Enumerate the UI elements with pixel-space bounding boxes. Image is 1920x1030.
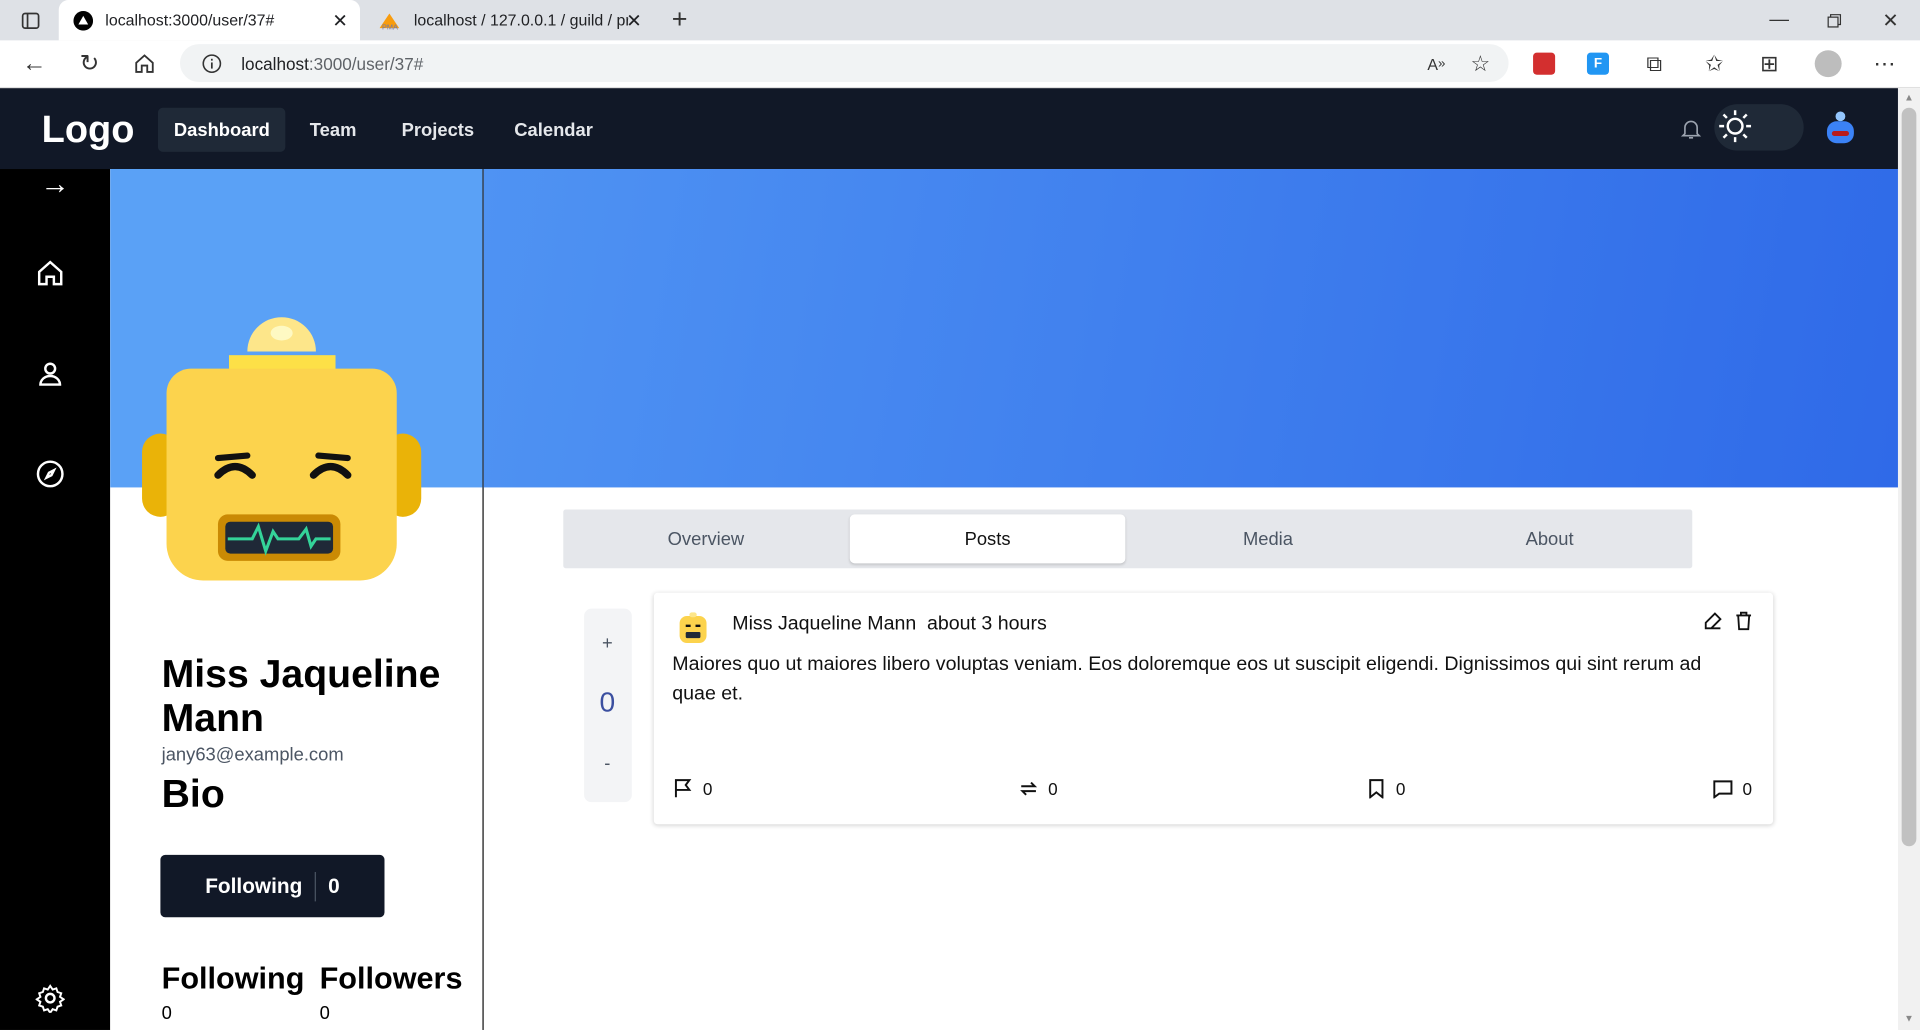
sun-icon <box>1714 105 1756 147</box>
close-icon[interactable]: ✕ <box>332 10 347 32</box>
post-time: about 3 hours <box>926 613 1047 635</box>
upvote-button[interactable]: + <box>598 633 618 654</box>
home-icon[interactable] <box>34 257 66 289</box>
tab-title: localhost / 127.0.0.1 / guild / pro <box>413 11 629 30</box>
following-count: 0 <box>161 1003 172 1024</box>
maximize-icon[interactable] <box>1821 7 1848 34</box>
settings-icon[interactable] <box>34 982 66 1014</box>
post-author[interactable]: Miss Jaqueline Mann <box>732 614 916 636</box>
repost-count: 0 <box>1048 778 1058 799</box>
flag-count: 0 <box>702 778 713 799</box>
back-icon[interactable]: ← <box>21 50 48 77</box>
icon-sidebar <box>0 169 111 1030</box>
url-host: localhost <box>241 53 309 73</box>
nav-dashboard[interactable]: Dashboard <box>157 107 286 152</box>
nav-projects[interactable]: Projects <box>386 108 490 152</box>
nav-calendar[interactable]: Calendar <box>498 108 608 152</box>
tab-overview[interactable]: Overview <box>568 514 844 563</box>
divider <box>314 871 316 901</box>
url-path: :3000/user/37# <box>308 53 424 73</box>
scrollbar-thumb[interactable] <box>1901 107 1917 847</box>
flag-action[interactable]: 0 <box>673 779 712 799</box>
plus-icon[interactable]: + <box>666 4 693 35</box>
puzzle-icon[interactable]: ⧉ <box>1641 50 1668 77</box>
tab-media[interactable]: Media <box>1130 514 1406 563</box>
favorites-icon[interactable]: ✩ <box>1701 50 1728 77</box>
vercel-favicon-icon <box>73 10 94 31</box>
profile-name: Miss Jaqueline Mann <box>161 651 441 740</box>
flag-icon <box>674 779 692 798</box>
favorite-add-icon[interactable]: ☆ <box>1467 50 1494 77</box>
robot-avatar <box>140 311 424 587</box>
bell-icon[interactable] <box>1678 114 1705 143</box>
repost-action[interactable]: 0 <box>1019 779 1058 799</box>
svg-text:PMA: PMA <box>382 22 398 30</box>
followers-count: 0 <box>319 1003 330 1024</box>
tab-posts[interactable]: Posts <box>849 514 1126 564</box>
trash-icon[interactable] <box>1731 609 1755 633</box>
following-button[interactable]: Following 0 <box>160 854 385 918</box>
home-icon[interactable] <box>131 50 158 77</box>
read-aloud-icon[interactable]: A» <box>1423 51 1450 75</box>
post-content: Maiores quo ut maiores libero voluptas v… <box>672 653 1702 705</box>
extension-icon[interactable]: F <box>1586 52 1609 75</box>
phpmyadmin-favicon-icon: PMA <box>379 12 400 30</box>
url-input[interactable]: localhost:3000/user/37# <box>180 44 1509 83</box>
comment-action[interactable]: 0 <box>1713 779 1752 799</box>
collections-icon[interactable]: ⊞ <box>1756 50 1783 77</box>
tab-title: localhost:3000/user/37# <box>105 11 275 30</box>
followers-label: Followers <box>319 961 463 996</box>
scroll-down-icon[interactable]: ▼ <box>1902 1013 1917 1025</box>
following-label: Following <box>161 961 305 996</box>
profile-banner <box>483 169 1898 488</box>
compass-icon[interactable] <box>34 458 66 490</box>
user-avatar[interactable] <box>1821 109 1860 148</box>
scroll-up-icon[interactable]: ▲ <box>1902 92 1917 104</box>
edit-icon[interactable] <box>1701 609 1725 633</box>
logo[interactable]: Logo <box>42 108 135 152</box>
comment-count: 0 <box>1742 778 1753 799</box>
browser-tab[interactable]: PMA localhost / 127.0.0.1 / guild / pro … <box>362 0 653 40</box>
bookmark-icon <box>1369 779 1384 799</box>
repost-icon <box>1020 781 1038 796</box>
browser-tab-active[interactable]: localhost:3000/user/37# ✕ <box>58 0 361 41</box>
more-icon[interactable]: ⋯ <box>1871 50 1898 77</box>
nav-team[interactable]: Team <box>294 108 372 152</box>
reload-icon[interactable]: ↻ <box>76 50 103 77</box>
profile-email: jany63@example.com <box>161 744 344 766</box>
following-button-label: Following <box>205 873 303 898</box>
tab-about[interactable]: About <box>1412 514 1688 563</box>
bio-heading: Bio <box>161 771 225 816</box>
bookmark-action[interactable]: 0 <box>1367 778 1406 799</box>
user-icon[interactable] <box>34 358 66 390</box>
downvote-button[interactable]: - <box>598 753 618 774</box>
minimize-icon[interactable]: — <box>1766 7 1793 34</box>
post-author-avatar[interactable] <box>675 611 712 645</box>
following-button-count: 0 <box>328 873 340 898</box>
info-icon[interactable] <box>200 51 224 75</box>
arrow-right-icon[interactable]: → <box>37 168 74 201</box>
bookmark-count: 0 <box>1395 778 1406 799</box>
close-icon[interactable]: ✕ <box>626 10 641 32</box>
vote-count: 0 <box>599 685 616 718</box>
comment-icon <box>1713 780 1733 799</box>
sidebar-toggle-icon[interactable] <box>17 7 44 34</box>
profile-icon[interactable] <box>1814 50 1842 78</box>
extension-icon[interactable] <box>1533 52 1556 75</box>
close-window-icon[interactable]: ✕ <box>1877 7 1904 34</box>
